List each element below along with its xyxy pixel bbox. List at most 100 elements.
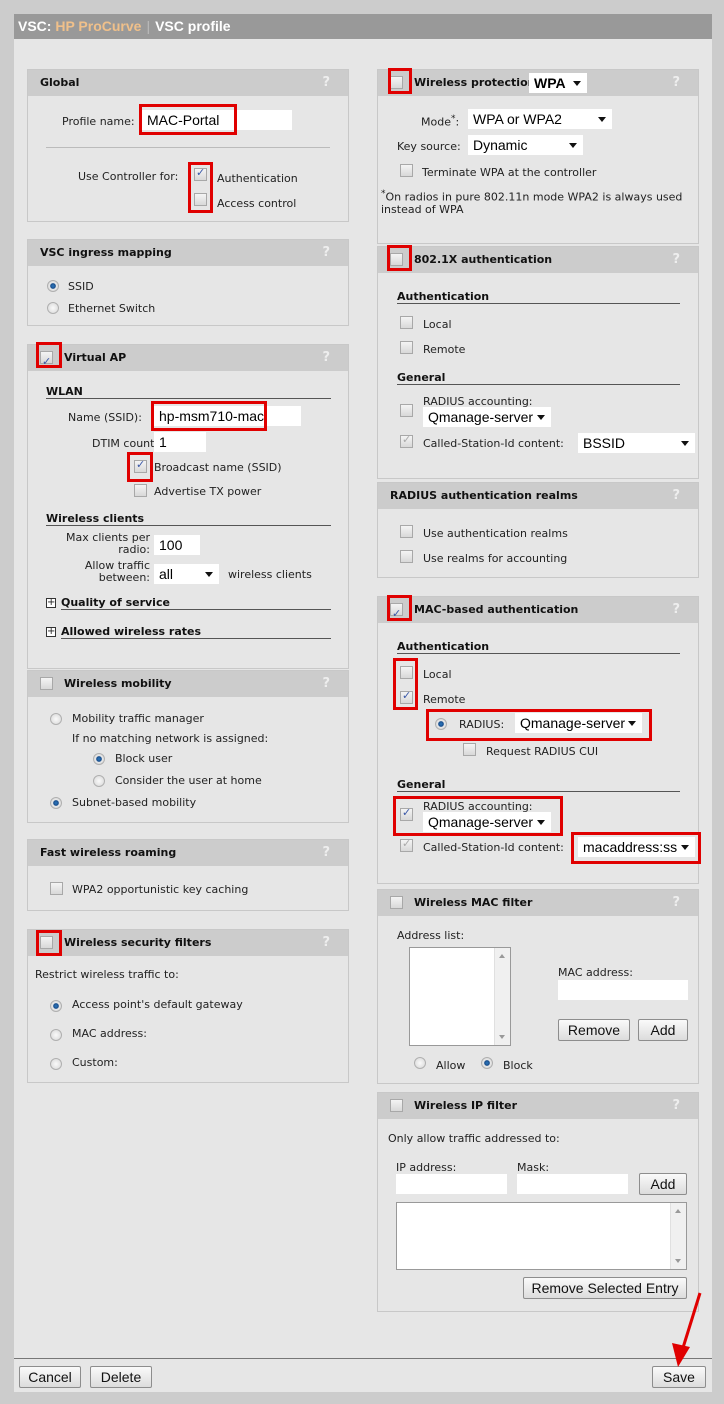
okc-checkbox[interactable] (50, 882, 63, 895)
ip-address-input[interactable] (396, 1174, 507, 1194)
radius-server-select[interactable]: Qmanage-server (515, 713, 642, 733)
cancel-button[interactable]: Cancel (19, 1366, 81, 1388)
mac-general-section: General (397, 778, 680, 792)
ingress-panel: VSC ingress mapping? SSID Ethernet Switc… (27, 239, 349, 326)
ip-filter-panel: Wireless IP filter? Only allow traffic a… (377, 1092, 699, 1312)
access-control-checkbox[interactable] (194, 193, 207, 206)
authentication-checkbox[interactable] (194, 166, 207, 181)
broadcast-ssid-label: Broadcast name (SSID) (154, 461, 282, 474)
block-radio[interactable] (481, 1057, 493, 1069)
dot1x-checkbox[interactable] (390, 253, 403, 266)
wireless-protection-checkbox[interactable] (390, 76, 403, 89)
ssid-label: SSID (68, 280, 94, 293)
scroll-down-icon[interactable] (499, 1035, 505, 1039)
help-icon[interactable]: ? (322, 70, 330, 96)
use-realms-checkbox[interactable] (400, 525, 413, 538)
help-icon[interactable]: ? (672, 247, 680, 273)
ethernet-switch-radio[interactable] (47, 302, 59, 314)
dot1x-called-station-value: BSSID (583, 435, 626, 451)
help-icon[interactable]: ? (672, 483, 680, 509)
mask-input[interactable] (517, 1174, 628, 1194)
delete-button[interactable]: Delete (90, 1366, 152, 1388)
help-icon[interactable]: ? (672, 1093, 680, 1119)
add-ip-button[interactable]: Add (639, 1173, 687, 1195)
expand-icon[interactable]: + (46, 627, 56, 637)
restrict-label: Restrict wireless traffic to: (35, 968, 179, 981)
scroll-down-icon[interactable] (675, 1259, 681, 1263)
wireless-mobility-checkbox[interactable] (40, 677, 53, 690)
default-gateway-radio[interactable] (50, 1000, 62, 1012)
help-icon[interactable]: ? (672, 70, 680, 96)
max-clients-input[interactable]: 100 (154, 535, 200, 555)
dot1x-remote-checkbox[interactable] (400, 341, 413, 354)
mac-address-radio[interactable] (50, 1029, 62, 1041)
subnet-mobility-radio[interactable] (50, 797, 62, 809)
profile-name-label: Profile name: (62, 115, 135, 128)
realms-accounting-checkbox[interactable] (400, 550, 413, 563)
radius-radio[interactable] (435, 718, 447, 730)
mode-value: WPA or WPA2 (473, 111, 562, 127)
mac-called-station-checkbox[interactable] (400, 837, 413, 852)
ip-entry-list[interactable] (396, 1202, 687, 1270)
ssid-radio[interactable] (47, 280, 59, 292)
broadcast-ssid-checkbox[interactable] (134, 458, 147, 473)
request-cui-checkbox[interactable] (463, 743, 476, 756)
wireless-mobility-panel: Wireless mobility? Mobility traffic mana… (27, 670, 349, 823)
advertise-tx-checkbox[interactable] (134, 484, 147, 497)
dot1x-radius-accounting-select[interactable]: Qmanage-server (423, 407, 551, 427)
dot1x-radius-accounting-value: Qmanage-server (428, 409, 534, 425)
help-icon[interactable]: ? (322, 671, 330, 697)
mode-select[interactable]: WPA or WPA2 (468, 109, 612, 129)
mac-filter-checkbox[interactable] (390, 896, 403, 909)
advertise-tx-label: Advertise TX power (154, 485, 262, 498)
scrollbar[interactable] (494, 948, 510, 1045)
mac-auth-checkbox[interactable] (390, 601, 403, 627)
help-icon[interactable]: ? (322, 840, 330, 866)
dot1x-local-checkbox[interactable] (400, 316, 413, 329)
mac-radius-accounting-checkbox[interactable] (400, 806, 413, 821)
mac-filter-panel: Wireless MAC filter? Address list: MAC a… (377, 889, 699, 1084)
protection-type-select[interactable]: WPA (529, 73, 587, 93)
mobility-traffic-manager-radio[interactable] (50, 713, 62, 725)
terminate-wpa-checkbox[interactable] (400, 164, 413, 177)
address-list[interactable] (409, 947, 511, 1046)
help-icon[interactable]: ? (322, 240, 330, 266)
radius-label: RADIUS: (459, 718, 505, 731)
custom-radio[interactable] (50, 1058, 62, 1070)
ip-filter-checkbox[interactable] (390, 1099, 403, 1112)
mac-address-input[interactable] (558, 980, 688, 1000)
scroll-up-icon[interactable] (675, 1209, 681, 1213)
allowed-rates-toggle[interactable]: Allowed wireless rates (61, 625, 331, 639)
remove-button[interactable]: Remove (558, 1019, 630, 1041)
mac-radius-accounting-select[interactable]: Qmanage-server (423, 812, 551, 832)
scrollbar[interactable] (670, 1203, 686, 1269)
mode-label-text: Mode (421, 115, 451, 129)
security-filters-checkbox[interactable] (40, 936, 53, 949)
ssid-name-input[interactable]: hp-msm710-mac (154, 406, 301, 426)
help-icon[interactable]: ? (672, 890, 680, 916)
key-source-select[interactable]: Dynamic (468, 135, 583, 155)
quality-of-service-toggle[interactable]: Quality of service (61, 596, 331, 610)
block-user-radio[interactable] (93, 753, 105, 765)
mac-local-checkbox[interactable] (400, 666, 413, 679)
chevron-down-icon (598, 117, 606, 122)
title-bar: VSC: HP ProCurve | VSC profile (14, 14, 712, 39)
mac-remote-checkbox[interactable] (400, 689, 413, 704)
virtual-ap-checkbox[interactable] (40, 349, 53, 375)
dot1x-radius-accounting-checkbox[interactable] (400, 404, 413, 417)
dtim-input[interactable]: 1 (154, 432, 206, 452)
mac-called-station-select[interactable]: macaddress:ss (578, 837, 695, 857)
allow-radio[interactable] (414, 1057, 426, 1069)
profile-name-input[interactable]: MAC-Portal (142, 110, 292, 130)
dot1x-called-station-checkbox[interactable] (400, 433, 413, 448)
dot1x-called-station-select[interactable]: BSSID (578, 433, 695, 453)
allow-traffic-select[interactable]: all (154, 564, 219, 584)
add-mac-button[interactable]: Add (638, 1019, 688, 1041)
scroll-up-icon[interactable] (499, 954, 505, 958)
consider-home-radio[interactable] (93, 775, 105, 787)
help-icon[interactable]: ? (672, 597, 680, 623)
expand-icon[interactable]: + (46, 598, 56, 608)
mac-radius-accounting-value: Qmanage-server (428, 814, 534, 830)
help-icon[interactable]: ? (322, 930, 330, 956)
help-icon[interactable]: ? (322, 345, 330, 371)
